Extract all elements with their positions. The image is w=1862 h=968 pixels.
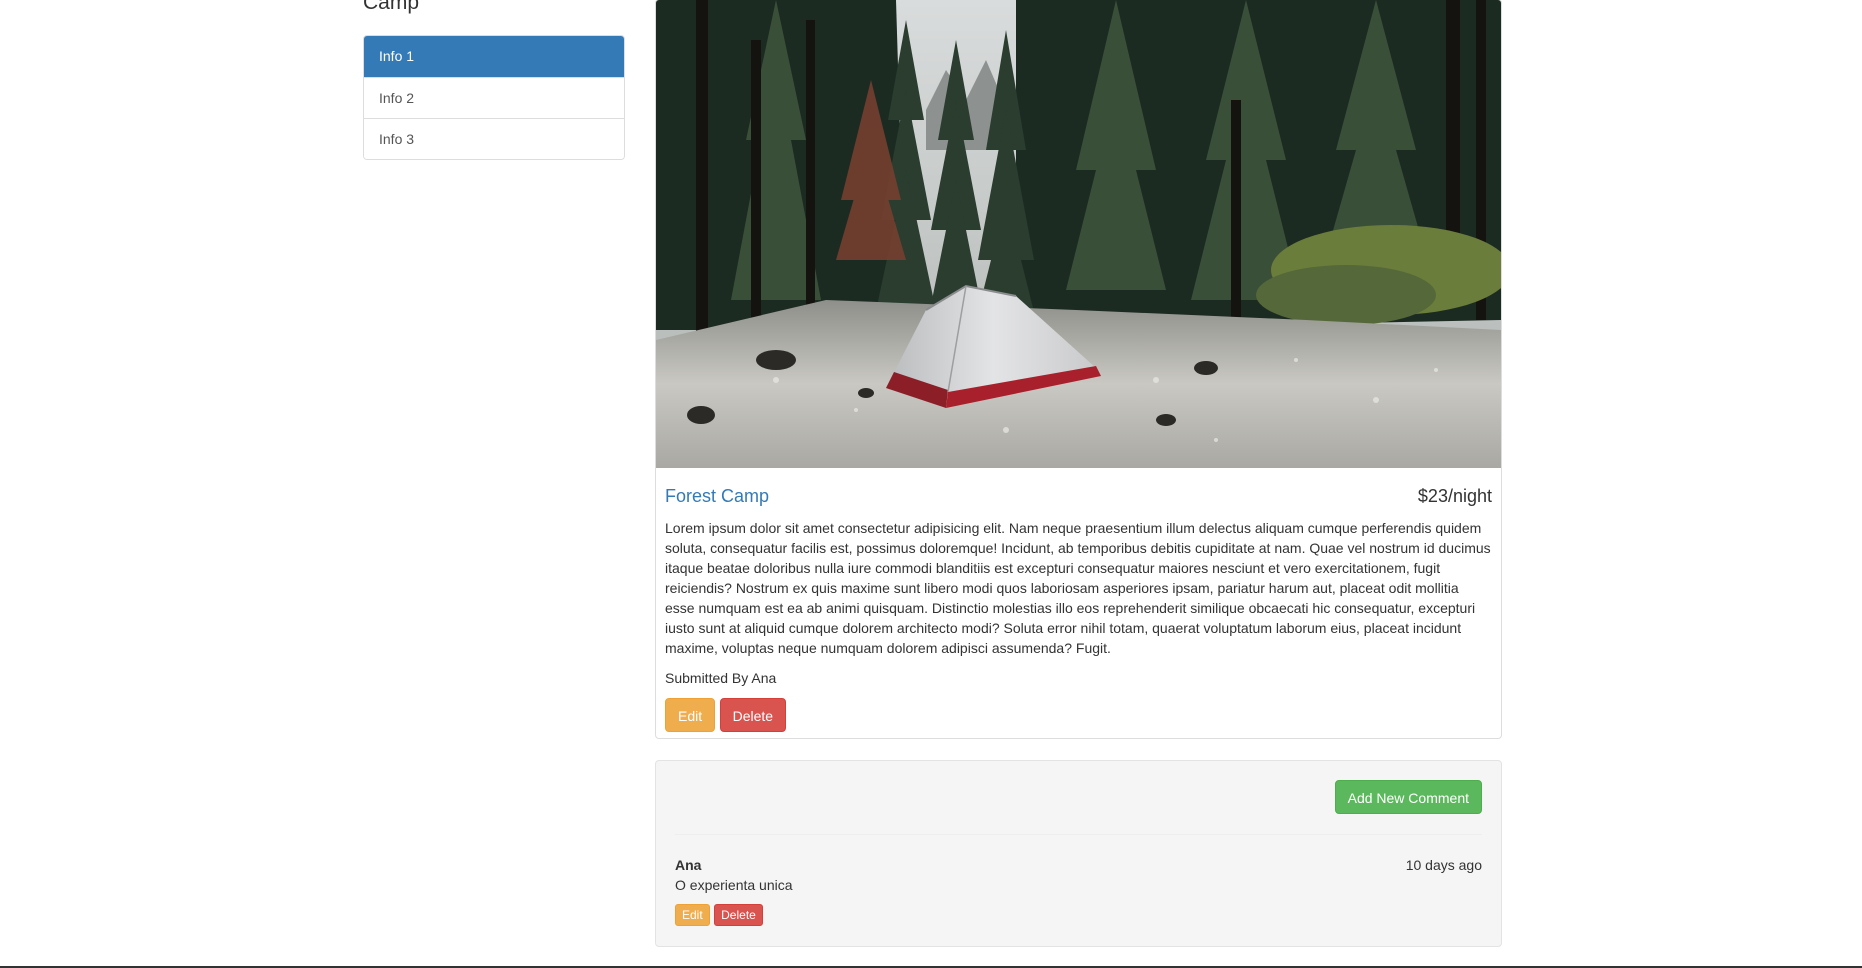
submitted-by: Submitted By Ana bbox=[665, 670, 777, 686]
comment-timestamp: 10 days ago bbox=[1405, 857, 1482, 873]
comments-well: Add New Comment Ana 10 days ago O experi… bbox=[655, 760, 1502, 947]
comment-author: Ana bbox=[675, 857, 702, 873]
campground-price: $23/night bbox=[1417, 486, 1492, 506]
comment-text: O experienta unica bbox=[675, 877, 793, 893]
sidebar-item-info-3[interactable]: Info 3 bbox=[364, 118, 624, 159]
sidebar: Camp Info 1 Info 2 Info 3 bbox=[363, 0, 625, 160]
comment-actions: Edit Delete bbox=[675, 904, 1482, 926]
edit-comment-button[interactable]: Edit bbox=[675, 904, 710, 926]
sidebar-item-info-2[interactable]: Info 2 bbox=[364, 77, 624, 118]
comment-item: Ana 10 days ago O experienta unica Edit … bbox=[675, 855, 1482, 926]
comments-divider bbox=[675, 834, 1482, 835]
delete-comment-button[interactable]: Delete bbox=[714, 904, 763, 926]
campground-card: Forest Camp $23/night Lorem ipsum dolor … bbox=[655, 0, 1502, 739]
info-list: Info 1 Info 2 Info 3 bbox=[363, 35, 625, 160]
page: Camp Info 1 Info 2 Info 3 Forest Camp $2… bbox=[0, 0, 1862, 968]
sidebar-item-info-1[interactable]: Info 1 bbox=[364, 36, 624, 77]
edit-campground-button[interactable]: Edit bbox=[665, 698, 716, 732]
forest-tent-photo bbox=[656, 0, 1501, 468]
campground-actions: Edit Delete bbox=[665, 698, 1492, 732]
caption-header: Forest Camp $23/night bbox=[665, 474, 1492, 518]
delete-campground-button[interactable]: Delete bbox=[719, 698, 787, 732]
sidebar-heading: Camp bbox=[363, 0, 420, 14]
campground-description: Lorem ipsum dolor sit amet consectetur a… bbox=[665, 520, 1491, 656]
campground-caption: Forest Camp $23/night Lorem ipsum dolor … bbox=[665, 474, 1492, 732]
add-comment-button[interactable]: Add New Comment bbox=[1334, 780, 1482, 814]
campground-image bbox=[656, 0, 1501, 468]
campground-title-link[interactable]: Forest Camp bbox=[665, 474, 769, 518]
comment-header: Ana 10 days ago bbox=[675, 855, 1482, 875]
